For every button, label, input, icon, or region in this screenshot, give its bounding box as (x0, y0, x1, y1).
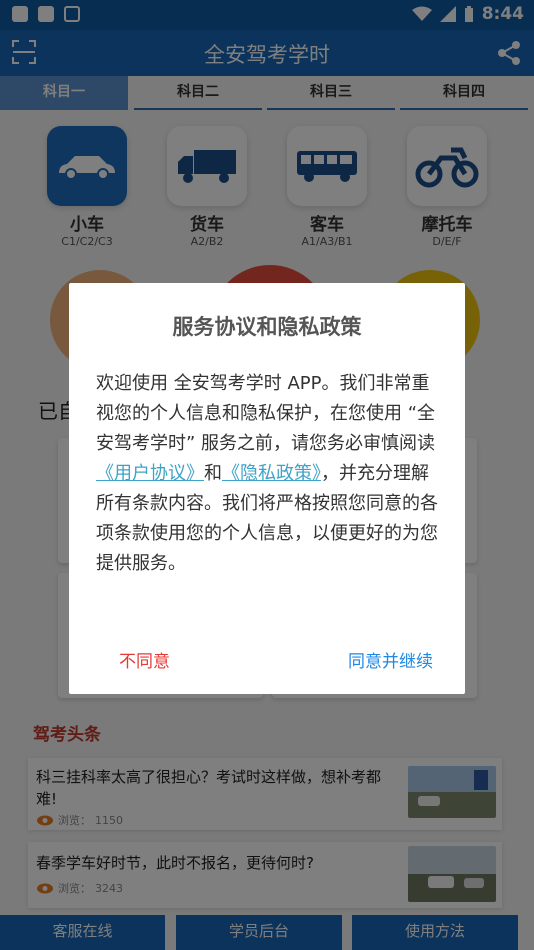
dialog-text-intro: 欢迎使用 全安驾考学时 APP。我们非常重视您的个人信息和隐私保护，在您使用 “… (96, 373, 436, 454)
user-agreement-link[interactable]: 《用户协议》 (96, 463, 204, 484)
dialog-body: 欢迎使用 全安驾考学时 APP。我们非常重视您的个人信息和隐私保护，在您使用 “… (96, 369, 440, 579)
privacy-policy-link[interactable]: 《隐私政策》 (222, 463, 321, 484)
dialog-text-and: 和 (204, 463, 222, 484)
dialog-title: 服务协议和隐私政策 (172, 315, 362, 339)
agree-continue-button[interactable]: 同意并继续 (348, 647, 433, 672)
disagree-button[interactable]: 不同意 (119, 647, 170, 672)
privacy-dialog: 服务协议和隐私政策 欢迎使用 全安驾考学时 APP。我们非常重视您的个人信息和隐… (69, 283, 465, 694)
